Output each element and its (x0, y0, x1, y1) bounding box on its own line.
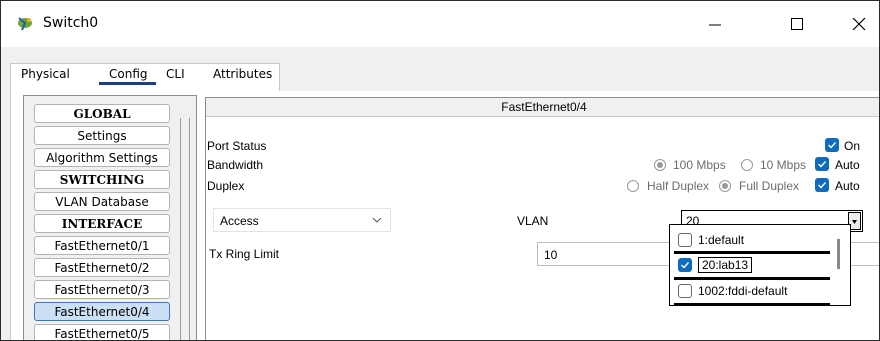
duplex-label: Duplex (207, 179, 245, 193)
packet-tracer-icon (15, 13, 35, 33)
duplex-full-label: Full Duplex (739, 179, 800, 193)
check-icon (681, 262, 690, 269)
vlan-option-label: 1002:fddi-default (698, 284, 788, 298)
maximize-button[interactable] (777, 11, 817, 37)
vlan-option-20[interactable]: 20:lab13 (676, 255, 828, 275)
tab-attributes[interactable]: Attributes (213, 67, 272, 81)
sidebar-item-settings[interactable]: Settings (34, 126, 170, 145)
panel-title: FastEthernet0/4 (206, 97, 879, 117)
sidebar-header-global: GLOBAL (34, 104, 170, 123)
duplex-half-label: Half Duplex (647, 179, 710, 193)
sidebar-item-fastethernet0-5[interactable]: FastEthernet0/5 (34, 324, 170, 340)
bandwidth-auto-checkbox[interactable] (815, 157, 829, 171)
bandwidth-auto-label: Auto (835, 158, 860, 172)
tab-cli[interactable]: CLI (166, 67, 185, 81)
vlan-option-1002[interactable]: 1002:fddi-default (676, 281, 828, 301)
sidebar-scrollbar[interactable] (180, 118, 190, 340)
dropdown-scrollbar[interactable] (837, 239, 840, 269)
port-mode-select[interactable]: Access (213, 208, 391, 232)
tx-ring-value: 10 (544, 248, 558, 262)
tab-config[interactable]: Config (99, 67, 155, 85)
divider (674, 251, 830, 254)
sidebar-item-fastethernet0-4[interactable]: FastEthernet0/4 (34, 302, 170, 321)
chevron-down-icon (372, 217, 382, 223)
switch-window: Switch0 Physical Config CLI Attributes G… (0, 0, 880, 341)
sidebar-item-fastethernet0-1[interactable]: FastEthernet0/1 (34, 236, 170, 255)
check-icon (818, 182, 827, 189)
vlan-option-checkbox[interactable] (678, 258, 692, 272)
duplex-full-radio[interactable] (719, 180, 731, 192)
close-icon (852, 17, 866, 31)
port-mode-value: Access (220, 214, 259, 228)
divider (674, 303, 830, 305)
sidebar-item-algorithm-settings[interactable]: Algorithm Settings (34, 148, 170, 167)
bandwidth-100-label: 100 Mbps (673, 158, 726, 172)
vlan-dropdown-list: 1:default 20:lab13 1002:fddi-default (669, 224, 851, 306)
minimize-icon (709, 24, 721, 26)
config-sidebar: GLOBAL Settings Algorithm Settings SWITC… (23, 95, 197, 340)
port-status-label: Port Status (207, 139, 267, 153)
minimize-button[interactable] (695, 11, 735, 37)
vlan-option-label: 1:default (698, 233, 745, 247)
divider (674, 277, 830, 280)
vlan-option-checkbox[interactable] (678, 284, 692, 298)
sidebar-item-fastethernet0-3[interactable]: FastEthernet0/3 (34, 280, 170, 299)
sidebar-header-interface: INTERFACE (34, 214, 170, 233)
bandwidth-10-label: 10 Mbps (760, 158, 807, 172)
check-icon (828, 142, 837, 149)
port-status-on-label: On (844, 139, 861, 153)
title-bar: Switch0 (1, 1, 879, 47)
window-title: Switch0 (43, 15, 99, 31)
close-button[interactable] (839, 11, 879, 37)
vlan-option-1[interactable]: 1:default (676, 230, 828, 250)
duplex-half-radio[interactable] (627, 180, 639, 192)
check-icon (818, 161, 827, 168)
port-status-checkbox[interactable] (825, 138, 839, 152)
sidebar-header-switching: SWITCHING (34, 170, 170, 189)
maximize-icon (791, 18, 803, 30)
bandwidth-label: Bandwidth (207, 158, 264, 172)
sidebar-item-fastethernet0-2[interactable]: FastEthernet0/2 (34, 258, 170, 277)
vlan-label: VLAN (517, 214, 549, 228)
tab-physical[interactable]: Physical (21, 67, 70, 81)
sidebar-item-vlan-database[interactable]: VLAN Database (34, 192, 170, 211)
bandwidth-10-radio[interactable] (741, 159, 753, 171)
vlan-option-checkbox[interactable] (678, 233, 692, 247)
bandwidth-100-radio[interactable] (654, 159, 666, 171)
vlan-option-label: 20:lab13 (698, 257, 753, 273)
duplex-auto-label: Auto (835, 179, 860, 193)
tx-ring-label: Tx Ring Limit (209, 247, 280, 261)
duplex-auto-checkbox[interactable] (815, 178, 829, 192)
